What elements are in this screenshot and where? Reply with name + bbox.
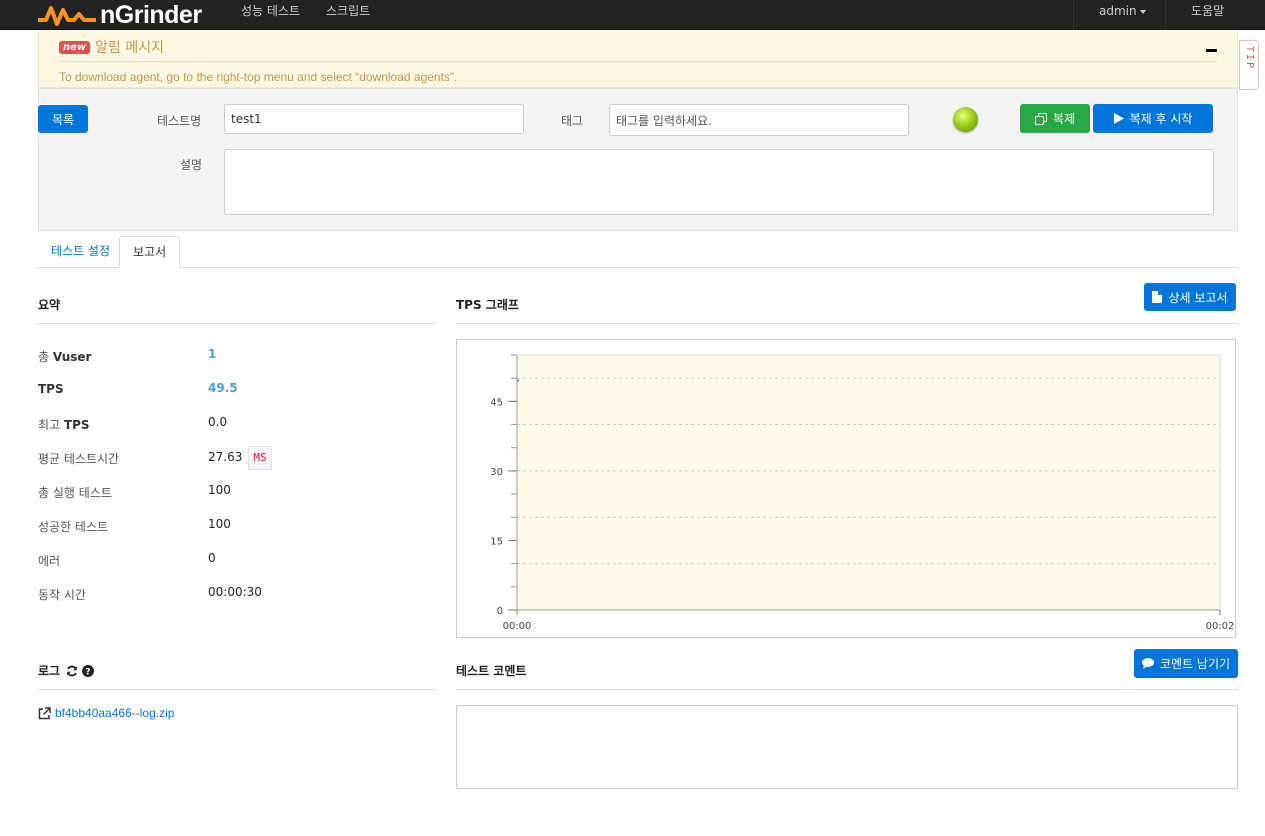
summary-title: 요약	[38, 298, 61, 312]
log-title: 로그	[38, 664, 61, 678]
y-tick-label: 15	[490, 536, 503, 547]
alert-message: To download agent, go to the right-top m…	[59, 70, 458, 84]
new-badge: new	[59, 40, 91, 54]
nav-divider	[1165, 0, 1166, 30]
detail-report-label: 상세 보고서	[1168, 290, 1228, 305]
tab-bar: 테스트 설정 보고서	[38, 236, 1238, 268]
summary-value-run-time: 00:00:30	[208, 585, 262, 599]
description-textarea[interactable]	[224, 149, 1214, 215]
summary-label-total-tests: 총 실행 테스트	[38, 486, 112, 500]
x-tick-label: 00:00	[503, 621, 532, 632]
log-divider	[38, 689, 437, 690]
clone-button[interactable]: 복제	[1020, 104, 1090, 133]
summary-value-tps: 49.5	[208, 381, 238, 395]
test-comment-title: 테스트 코멘트	[456, 664, 527, 678]
comment-divider	[456, 689, 1238, 690]
test-name-input[interactable]: test1	[224, 104, 524, 134]
y-tick-label: 45	[490, 397, 503, 408]
svg-text:?: ?	[85, 667, 90, 677]
x-tick-label: 00:02	[1206, 621, 1235, 632]
summary-label-tps: TPS	[38, 382, 64, 396]
tps-chart: 0 15 30 45 00:00 00:02	[456, 339, 1236, 638]
detail-report-button[interactable]: 상세 보고서	[1144, 283, 1236, 311]
summary-label-successful-tests: 성공한 테스트	[38, 520, 109, 534]
summary-value-mean-test-time: 27.63 MS	[208, 446, 272, 470]
summary-value-successful-tests: 100	[208, 517, 231, 531]
user-name: admin	[1099, 4, 1137, 18]
summary-label-run-time: 동작 시간	[38, 588, 86, 602]
tab-test-settings[interactable]: 테스트 설정	[38, 236, 123, 268]
tps-data-point	[516, 379, 520, 382]
tab-report[interactable]: 보고서	[119, 236, 181, 268]
ngrinder-wave-icon	[38, 6, 96, 26]
y-tick-label: 30	[490, 467, 503, 478]
alert-divider	[59, 61, 1217, 62]
tip-label: TIP	[1244, 46, 1255, 71]
external-link-icon	[38, 706, 51, 719]
nav-help[interactable]: 도움말	[1191, 0, 1224, 22]
tps-chart-svg: 0 15 30 45 00:00 00:02	[490, 354, 1235, 632]
list-button[interactable]: 목록	[38, 105, 88, 133]
user-menu[interactable]: admin	[1099, 0, 1146, 22]
notice-alert: new 알림 메시지 To download agent, go to the …	[38, 31, 1238, 88]
nav-performance-test[interactable]: 성능 테스트	[241, 0, 300, 22]
nav-script[interactable]: 스크립트	[326, 0, 370, 22]
summary-value-peak-tps: 0.0	[208, 415, 228, 429]
clone-label: 복제	[1052, 112, 1076, 126]
comment-icon	[1141, 658, 1154, 669]
log-file-link[interactable]: bf4bb40aa466--log.zip	[38, 706, 174, 720]
tip-tab[interactable]: TIP	[1239, 40, 1259, 90]
clone-and-start-button[interactable]: 복제 후 시작	[1093, 104, 1213, 133]
summary-label-mean-test-time: 평균 테스트시간	[38, 452, 120, 466]
summary-label-vuser: 총 Vuser	[38, 350, 92, 364]
summary-label-errors: 에러	[38, 554, 61, 568]
test-name-label: 테스트명	[157, 114, 202, 128]
plot-area	[516, 354, 1221, 611]
clone-and-start-label: 복제 후 시작	[1129, 112, 1193, 126]
tps-graph-divider	[456, 323, 1238, 324]
question-circle-icon[interactable]: ?	[82, 664, 95, 677]
test-info-form: 목록 테스트명 test1 태그 태그를 입력하세요. 복제 복제 후 시작 설…	[38, 88, 1238, 231]
play-icon	[1113, 113, 1124, 124]
brand-logo[interactable]: nGrinder	[38, 0, 202, 30]
summary-value-errors: 0	[208, 551, 216, 565]
status-indicator-icon	[953, 107, 978, 132]
leave-comment-label: 코멘트 남기기	[1159, 657, 1231, 671]
tps-graph-title: TPS 그래프	[456, 298, 519, 312]
summary-value-total-tests: 100	[208, 483, 231, 497]
leave-comment-button[interactable]: 코멘트 남기기	[1134, 649, 1238, 678]
comment-textarea[interactable]	[456, 705, 1238, 789]
nav-divider	[1073, 0, 1074, 30]
brand-name: nGrinder	[100, 1, 202, 29]
log-file-name: bf4bb40aa466--log.zip	[55, 706, 175, 720]
top-navbar: nGrinder 성능 테스트 스크립트 admin 도움말	[0, 0, 1265, 30]
summary-divider	[38, 323, 437, 324]
chevron-down-icon	[1139, 9, 1146, 14]
log-header: 로그 ?	[38, 662, 95, 679]
unit-badge: MS	[248, 446, 272, 470]
tag-input[interactable]: 태그를 입력하세요.	[609, 104, 909, 136]
refresh-icon[interactable]	[66, 665, 78, 677]
summary-label-peak-tps: 최고 TPS	[38, 418, 90, 432]
tag-label: 태그	[561, 114, 584, 128]
description-label: 설명	[180, 158, 203, 172]
alert-title: 알림 메시지	[95, 40, 164, 56]
minimize-icon[interactable]	[1206, 49, 1217, 52]
document-icon	[1152, 291, 1163, 303]
y-tick-label: 0	[497, 606, 503, 617]
summary-value-vuser: 1	[208, 347, 217, 361]
copy-icon	[1034, 112, 1047, 125]
